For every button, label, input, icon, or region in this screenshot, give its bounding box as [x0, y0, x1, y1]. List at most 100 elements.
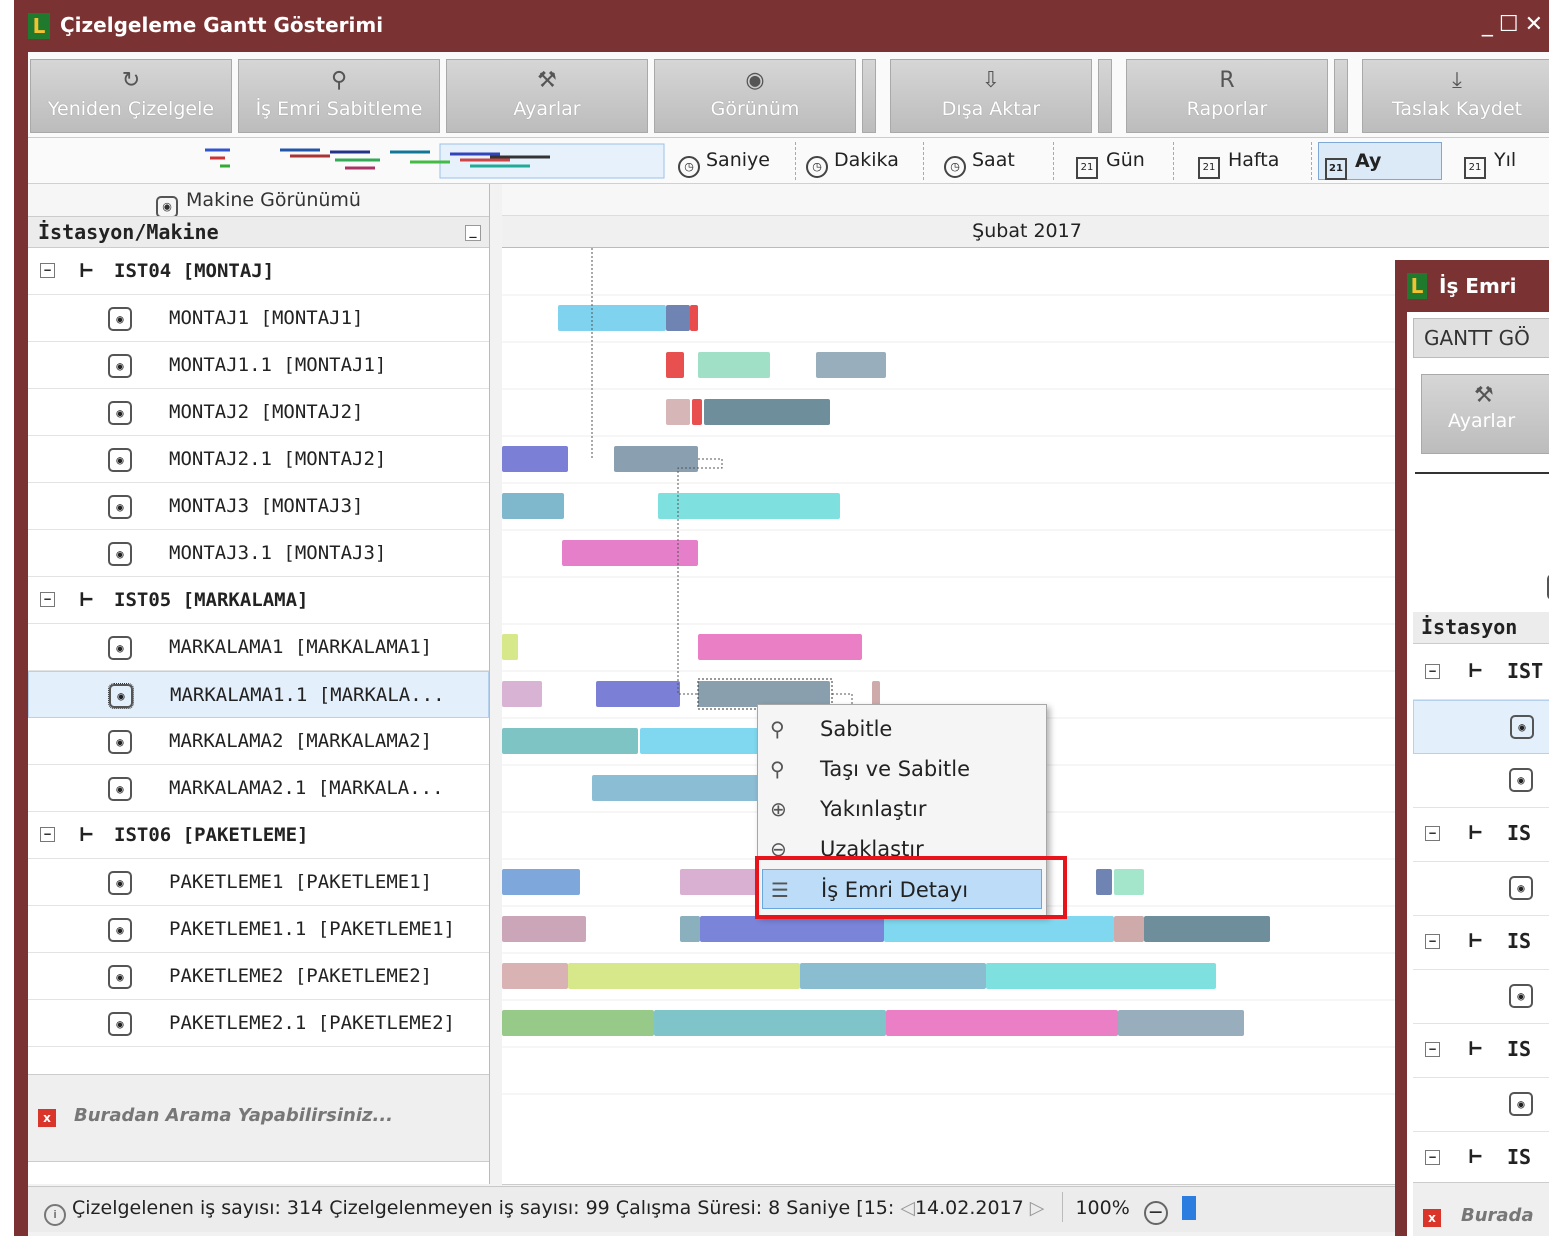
gantt-task-bar[interactable] — [692, 399, 702, 425]
collapse-icon[interactable]: − — [40, 592, 55, 607]
station-machine-column-header[interactable]: İstasyon/Makine _ — [28, 216, 489, 248]
tree-machine-row[interactable]: ◉ MARKALAMA2.1 [MARKALA... — [28, 765, 489, 812]
search-placeholder[interactable]: Buradan Arama Yapabilirsiniz... — [74, 1105, 393, 1126]
gantt-task-bar[interactable] — [592, 775, 784, 801]
gantt-task-bar[interactable] — [654, 1010, 886, 1036]
gantt-task-bar[interactable] — [502, 1010, 654, 1036]
tree-machine-row[interactable]: ◉ MONTAJ1 [MONTAJ1] — [28, 295, 489, 342]
reports-button[interactable]: R Raporlar — [1126, 59, 1328, 133]
window-controls[interactable]: _☐✕ — [1482, 12, 1549, 37]
gantt-task-bar[interactable] — [884, 916, 1114, 942]
gantt-task-bar[interactable] — [658, 493, 840, 519]
tree-machine-row[interactable]: ◉ PAKETLEME2 [PAKETLEME2] — [28, 953, 489, 1000]
scale-year-button[interactable]: 21 Yıl — [1458, 142, 1549, 180]
gantt-task-bar[interactable] — [502, 446, 568, 472]
tree-group-row[interactable]: − ⊢ IST — [1413, 646, 1549, 700]
export-button[interactable]: ⇩ Dışa Aktar — [890, 59, 1092, 133]
gantt-task-bar[interactable] — [502, 681, 542, 707]
collapse-icon[interactable]: − — [1425, 826, 1440, 841]
gantt-task-bar[interactable] — [502, 963, 568, 989]
gantt-task-bar[interactable] — [502, 916, 586, 942]
collapse-icon[interactable]: − — [1425, 1150, 1440, 1165]
settings-button[interactable]: ⚒ Ayarlar — [446, 59, 648, 133]
tree-group-row[interactable]: − ⊢ IS — [1413, 1024, 1549, 1078]
search-area[interactable]: x Burada — [1413, 1182, 1549, 1236]
scale-week-button[interactable]: 21 Hafta — [1192, 142, 1312, 180]
menu-item-2[interactable]: ⊕ Yakınlaştır — [762, 789, 1042, 829]
search-area[interactable]: x Buradan Arama Yapabilirsiniz... — [28, 1074, 489, 1162]
collapse-icon[interactable]: − — [1425, 934, 1440, 949]
gantt-task-bar[interactable] — [816, 352, 886, 378]
scale-hour-button[interactable]: ◷ Saat — [938, 142, 1054, 180]
gantt-task-bar[interactable] — [596, 681, 680, 707]
gantt-task-bar[interactable] — [666, 352, 684, 378]
gantt-task-bar[interactable] — [568, 963, 800, 989]
gantt-task-bar[interactable] — [1118, 1010, 1244, 1036]
settings-button[interactable]: ⚒ Ayarlar — [1421, 374, 1549, 454]
menu-item-0[interactable]: ⚲ Sabitle — [762, 709, 1042, 749]
tree-machine-row[interactable]: ◉ PAKETLEME1.1 [PAKETLEME1] — [28, 906, 489, 953]
tree-machine-row[interactable]: ◉ MONTAJ3.1 [MONTAJ3] — [28, 530, 489, 577]
tree-machine-row[interactable]: ◉ MARKALAMA1 [MARKALAMA1] — [28, 624, 489, 671]
clear-search-icon[interactable]: x — [1423, 1209, 1441, 1227]
gantt-chart-area[interactable]: Şubat 2017 — [502, 184, 1549, 1184]
tree-machine-row[interactable]: ◉ PAKETLEME1 [PAKETLEME1] — [28, 859, 489, 906]
gantt-task-bar[interactable] — [986, 963, 1216, 989]
gantt-minimap[interactable] — [30, 140, 666, 180]
gantt-task-bar[interactable] — [704, 399, 830, 425]
date-prev-icon[interactable]: ◁ — [894, 1197, 915, 1219]
tree-machine-row[interactable]: ◉ — [1413, 862, 1549, 916]
date-next-icon[interactable]: ▷ — [1024, 1197, 1051, 1219]
tree-machine-row[interactable]: ◉ MONTAJ1.1 [MONTAJ1] — [28, 342, 489, 389]
scale-month-button[interactable]: 21 Ay — [1318, 142, 1442, 180]
zoom-out-icon[interactable]: − — [1143, 1201, 1168, 1225]
tree-group-row[interactable]: − ⊢ IST06 [PAKETLEME] — [28, 812, 489, 859]
gantt-task-bar[interactable] — [1114, 869, 1144, 895]
reschedule-button[interactable]: ↻ Yeniden Çizelgele — [30, 59, 232, 133]
gantt-task-bar[interactable] — [502, 869, 580, 895]
gantt-task-bar[interactable] — [666, 399, 690, 425]
tree-group-row[interactable]: − ⊢ IS — [1413, 808, 1549, 862]
collapse-icon[interactable]: − — [40, 263, 55, 278]
gantt-task-bar[interactable] — [680, 916, 700, 942]
gantt-task-bar[interactable] — [690, 305, 698, 331]
tree-machine-row[interactable]: ◉ MARKALAMA1.1 [MARKALA... — [28, 671, 489, 718]
tree-machine-row[interactable]: ◉ MONTAJ2 [MONTAJ2] — [28, 389, 489, 436]
tree-machine-row[interactable]: ◉ PAKETLEME2.1 [PAKETLEME2] — [28, 1000, 489, 1047]
tree-machine-row[interactable]: ◉ — [1413, 754, 1549, 808]
tree-group-row[interactable]: − ⊢ IS — [1413, 916, 1549, 970]
tree-machine-row[interactable]: ◉ — [1413, 700, 1549, 754]
tab-gantt[interactable]: GANTT GÖ — [1413, 318, 1549, 358]
tree-machine-row[interactable]: ◉ MONTAJ2.1 [MONTAJ2] — [28, 436, 489, 483]
tree-group-row[interactable]: − ⊢ IST04 [MONTAJ] — [28, 248, 489, 295]
tree-machine-row[interactable]: ◉ — [1413, 1078, 1549, 1132]
gantt-task-bar[interactable] — [1114, 916, 1144, 942]
search-placeholder[interactable]: Burada — [1461, 1205, 1534, 1226]
gantt-task-bar[interactable] — [800, 963, 986, 989]
gantt-task-bar[interactable] — [666, 305, 690, 331]
collapse-icon[interactable]: − — [1425, 1042, 1440, 1057]
station-column-header[interactable]: İstasyon — [1413, 612, 1549, 644]
scale-second-button[interactable]: ◷ Saniye — [672, 142, 796, 180]
gantt-task-bar[interactable] — [886, 1010, 1118, 1036]
save-draft-button[interactable]: ⤓ Taslak Kaydet — [1362, 59, 1549, 133]
tree-machine-row[interactable]: ◉ MARKALAMA2 [MARKALAMA2] — [28, 718, 489, 765]
scale-day-button[interactable]: 21 Gün — [1070, 142, 1174, 180]
menu-item-1[interactable]: ⚲ Taşı ve Sabitle — [762, 749, 1042, 789]
gantt-task-bar[interactable] — [502, 493, 564, 519]
work-order-fix-button[interactable]: ⚲ İş Emri Sabitleme — [238, 59, 440, 133]
tree-machine-row[interactable]: ◉ — [1413, 970, 1549, 1024]
gantt-task-bar[interactable] — [1144, 916, 1270, 942]
collapse-column-button[interactable]: _ — [465, 225, 481, 241]
tree-group-row[interactable]: − ⊢ IS — [1413, 1132, 1549, 1186]
gantt-task-bar[interactable] — [700, 916, 884, 942]
zoom-slider-thumb[interactable] — [1181, 1196, 1196, 1220]
gantt-task-bar[interactable] — [698, 634, 862, 660]
tree-machine-row[interactable]: ◉ MONTAJ3 [MONTAJ3] — [28, 483, 489, 530]
gantt-task-bar[interactable] — [502, 634, 518, 660]
collapse-icon[interactable]: − — [40, 827, 55, 842]
tree-group-row[interactable]: − ⊢ IST05 [MARKALAMA] — [28, 577, 489, 624]
clear-search-icon[interactable]: x — [38, 1109, 56, 1127]
view-button[interactable]: ◉ Görünüm — [654, 59, 856, 133]
gantt-task-bar[interactable] — [558, 305, 666, 331]
